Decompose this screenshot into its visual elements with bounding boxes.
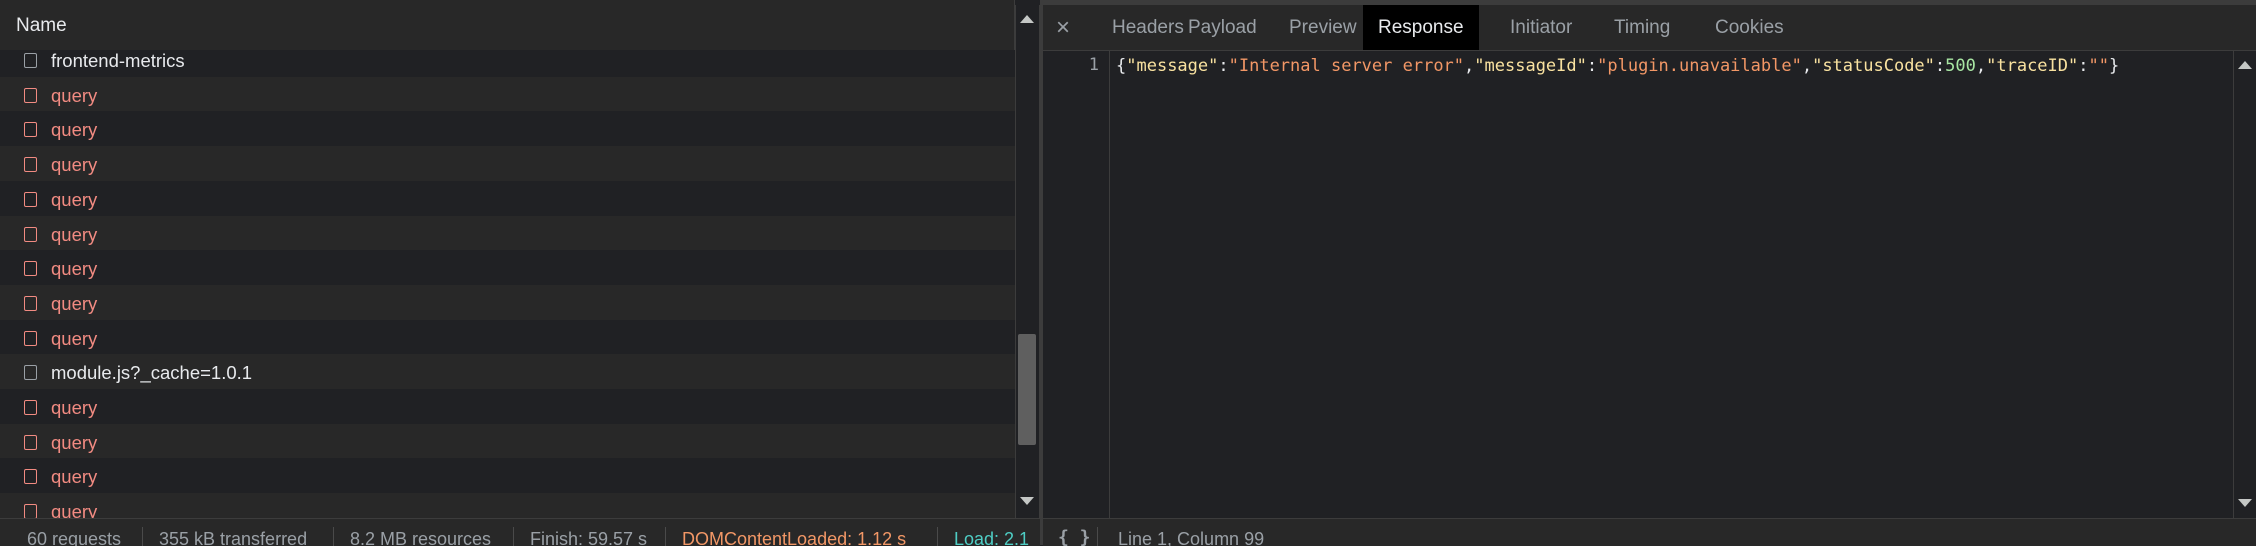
- request-row[interactable]: module.js?_cache=1.0.1: [0, 354, 1015, 389]
- response-body-line[interactable]: {"message":"Internal server error","mess…: [1116, 56, 2119, 76]
- pretty-print-braces-icon[interactable]: { }: [1058, 527, 1091, 546]
- status-divider: [333, 527, 334, 546]
- request-name: query: [51, 223, 98, 245]
- line-number-gutter: 1: [1043, 51, 1110, 520]
- json-token-num: 500: [1945, 56, 1976, 76]
- request-type-icon: [24, 365, 37, 381]
- request-name: query: [51, 119, 98, 141]
- json-token-str: "Internal server error": [1228, 56, 1465, 76]
- details-tab-bar: × Headers Payload Preview Response Initiator…: [1043, 5, 2256, 51]
- request-name: query: [51, 397, 98, 418]
- request-row[interactable]: query: [0, 180, 1015, 216]
- request-row[interactable]: query: [0, 423, 1015, 459]
- request-row[interactable]: query: [0, 319, 1015, 355]
- request-type-icon: [24, 469, 37, 485]
- request-name: query: [51, 501, 98, 518]
- tab-cookies[interactable]: Cookies: [1700, 5, 1799, 50]
- request-name: module.js?_cache=1.0.1: [51, 362, 253, 384]
- request-name: frontend-metrics: [51, 50, 185, 71]
- request-details-pane: × Headers Payload Preview Response Initiator…: [1043, 5, 2256, 545]
- response-viewer[interactable]: 1 {"message":"Internal server error","me…: [1043, 51, 2256, 520]
- json-token-punc: :: [1934, 56, 1946, 76]
- request-list: frontend-metrics query query query query quer…: [0, 50, 1015, 518]
- json-token-punc: :: [1218, 56, 1229, 76]
- json-token-key: "message": [1126, 56, 1219, 76]
- request-row[interactable]: query: [0, 389, 1015, 424]
- status-divider: [937, 527, 938, 546]
- status-divider: [1097, 527, 1098, 546]
- request-type-icon: [24, 191, 37, 207]
- request-type-icon: [24, 157, 37, 173]
- json-token-str: "plugin.unavailable": [1597, 56, 1802, 76]
- request-row[interactable]: query: [0, 250, 1015, 285]
- request-type-icon: [24, 261, 37, 277]
- scroll-down-arrow-icon[interactable]: [1020, 497, 1034, 505]
- dom-content-loaded-time: DOMContentLoaded: 1.12 s: [682, 529, 907, 546]
- request-type-icon: [24, 400, 37, 415]
- request-row[interactable]: query: [0, 146, 1015, 181]
- network-summary-bar: 60 requests 355 kB transferred 8.2 MB re…: [0, 518, 1040, 546]
- json-token-key: "messageId": [1474, 56, 1587, 76]
- line-number: 1: [1088, 55, 1099, 75]
- tab-initiator[interactable]: Initiator: [1495, 5, 1587, 50]
- json-token-punc: ,: [1975, 56, 1987, 76]
- json-token-punc: {: [1116, 56, 1127, 76]
- request-type-icon: [24, 434, 37, 450]
- request-type-icon: [24, 226, 37, 242]
- tab-payload[interactable]: Payload: [1173, 5, 1272, 50]
- transferred-size: 355 kB transferred: [159, 529, 308, 546]
- response-scrollbar[interactable]: [2233, 51, 2256, 520]
- load-time: Load: 2.1: [954, 529, 1030, 546]
- request-name: query: [51, 258, 98, 280]
- request-count: 60 requests: [27, 529, 122, 546]
- name-column-header[interactable]: Name: [16, 0, 67, 50]
- response-status-bar: { } Line 1, Column 99: [1043, 518, 2256, 546]
- request-type-icon: [24, 504, 37, 518]
- request-row[interactable]: query: [0, 111, 1015, 147]
- request-row[interactable]: query: [0, 284, 1015, 320]
- json-token-punc: :: [2078, 56, 2089, 76]
- scroll-down-arrow-icon[interactable]: [2238, 499, 2252, 507]
- close-details-button[interactable]: ×: [1056, 5, 1070, 50]
- json-token-key: "statusCode": [1812, 56, 1935, 76]
- finish-time: Finish: 59.57 s: [530, 529, 648, 546]
- json-token-key: "traceID": [1986, 56, 2079, 76]
- request-row[interactable]: query: [0, 458, 1015, 494]
- request-name: query: [51, 154, 98, 176]
- request-name: query: [51, 466, 98, 488]
- status-divider: [513, 527, 514, 546]
- json-token-punc: }: [2108, 56, 2120, 76]
- request-row[interactable]: query: [0, 493, 1015, 518]
- cursor-position: Line 1, Column 99: [1118, 529, 1265, 546]
- request-type-icon: [24, 87, 37, 103]
- tab-preview[interactable]: Preview: [1274, 5, 1372, 50]
- status-divider: [142, 527, 143, 546]
- scrollbar-thumb[interactable]: [1018, 334, 1036, 445]
- request-list-pane: Name frontend-metrics query query query quer…: [0, 0, 1040, 545]
- request-name: query: [51, 84, 98, 106]
- request-type-icon: [24, 295, 37, 311]
- request-name: query: [51, 292, 98, 314]
- list-header: Name: [0, 0, 1015, 51]
- request-name: query: [51, 431, 98, 453]
- request-name: query: [51, 188, 98, 210]
- scroll-up-arrow-icon[interactable]: [2238, 61, 2252, 69]
- request-row[interactable]: frontend-metrics: [0, 50, 1015, 77]
- request-name: query: [51, 327, 98, 349]
- request-type-icon: [24, 122, 37, 138]
- json-token-str: "": [2088, 56, 2109, 76]
- request-type-icon: [24, 53, 37, 68]
- request-row[interactable]: query: [0, 215, 1015, 251]
- json-token-punc: :: [1586, 56, 1598, 76]
- tab-timing[interactable]: Timing: [1599, 5, 1685, 50]
- request-type-icon: [24, 330, 37, 346]
- resources-size: 8.2 MB resources: [350, 529, 492, 546]
- scroll-up-arrow-icon[interactable]: [1020, 15, 1034, 23]
- request-list-scrollbar[interactable]: [1015, 5, 1038, 518]
- json-token-punc: ,: [1464, 56, 1475, 76]
- request-row[interactable]: query: [0, 76, 1015, 112]
- status-divider: [665, 527, 666, 546]
- tab-response[interactable]: Response: [1363, 5, 1479, 50]
- json-token-punc: ,: [1801, 56, 1813, 76]
